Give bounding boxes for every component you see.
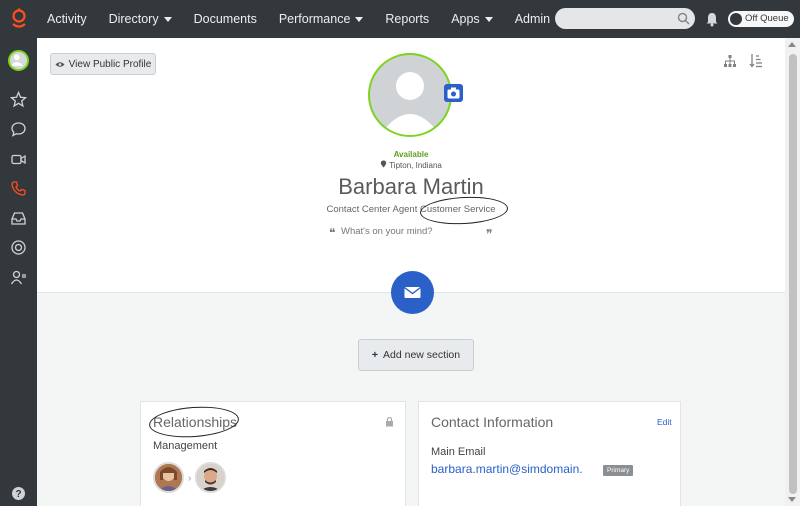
- user-silhouette-icon: [380, 72, 440, 135]
- nav-admin-label: Admin: [514, 12, 551, 26]
- profile-name: Barbara Martin: [338, 174, 484, 199]
- search-icon[interactable]: [677, 12, 690, 25]
- map-pin-icon: [380, 160, 387, 168]
- nav-documents-label: Documents: [193, 12, 257, 26]
- toggle-knob: [730, 13, 742, 25]
- nav-reports-label: Reports: [385, 12, 430, 26]
- nav-activity[interactable]: Activity: [36, 12, 98, 26]
- scrollbar-thumb[interactable]: [789, 54, 797, 494]
- location: Tipton, Indiana: [37, 160, 785, 170]
- nav-documents[interactable]: Documents: [183, 12, 268, 26]
- close-quote-icon: ❞: [486, 227, 493, 241]
- nav-performance[interactable]: Performance: [268, 12, 375, 26]
- manager-avatar[interactable]: [195, 462, 226, 493]
- primary-badge: Primary: [603, 465, 634, 476]
- avatar[interactable]: [8, 50, 29, 71]
- sort-icon[interactable]: [749, 53, 763, 68]
- nav-admin[interactable]: Admin: [504, 12, 561, 26]
- envelope-icon: [404, 286, 421, 298]
- management-label: Management: [153, 440, 218, 452]
- main-email-label: Main Email: [431, 446, 486, 458]
- contact-information-card: Contact Information Edit Main Email barb…: [418, 401, 681, 506]
- add-new-section-button[interactable]: + Add new section: [358, 339, 474, 371]
- scroll-up-arrow-icon[interactable]: [788, 42, 796, 47]
- main-nav: Activity Directory Documents Performance…: [36, 0, 561, 38]
- left-sidebar: ?: [0, 38, 37, 506]
- nav-reports[interactable]: Reports: [374, 12, 440, 26]
- add-new-section-label: Add new section: [383, 349, 461, 361]
- manager-photo: [155, 464, 182, 491]
- queue-toggle[interactable]: Off Queue: [728, 11, 794, 27]
- user-admin-icon[interactable]: [10, 269, 27, 286]
- presence-status: Available: [393, 150, 429, 159]
- chevron-down-icon: [355, 16, 364, 22]
- profile-main: View Public Profile Available Tipton, In…: [37, 38, 785, 506]
- eye-icon: [55, 61, 65, 67]
- contact-information-title: Contact Information: [431, 414, 554, 430]
- plus-icon: +: [371, 349, 379, 361]
- chevron-right-icon: ›: [188, 473, 192, 484]
- video-icon[interactable]: [10, 151, 27, 168]
- nav-performance-label: Performance: [278, 12, 351, 26]
- phone-icon[interactable]: [10, 180, 27, 197]
- profile-photo[interactable]: [368, 53, 452, 137]
- manager-photo: [197, 464, 224, 491]
- relationships-card: Relationships Management ›: [140, 401, 406, 506]
- email-link[interactable]: barbara.martin@simdomain.: [431, 462, 583, 476]
- job-title-line: Contact Center Agent Customer Service: [37, 204, 785, 215]
- svg-text:?: ?: [15, 489, 21, 500]
- genesys-logo-icon[interactable]: [8, 7, 30, 31]
- annotation-ellipse: [148, 403, 240, 441]
- status-message-input[interactable]: What's on your mind?: [329, 226, 495, 237]
- job-title: Contact Center Agent: [326, 204, 418, 215]
- chevron-down-icon: [484, 16, 493, 22]
- search-input[interactable]: [555, 8, 695, 29]
- edit-contact-link[interactable]: Edit: [657, 417, 672, 427]
- vertical-scrollbar[interactable]: [785, 38, 800, 506]
- nav-apps[interactable]: Apps: [440, 12, 504, 26]
- location-text: Tipton, Indiana: [389, 161, 442, 170]
- send-email-button[interactable]: [391, 271, 434, 314]
- nav-apps-label: Apps: [451, 12, 480, 26]
- star-icon[interactable]: [10, 91, 27, 108]
- chevron-down-icon: [163, 16, 172, 22]
- user-silhouette-icon: [10, 54, 23, 66]
- view-public-profile-label: View Public Profile: [68, 58, 152, 70]
- chat-icon[interactable]: [10, 121, 27, 138]
- nav-directory[interactable]: Directory: [98, 12, 183, 26]
- nav-activity-label: Activity: [47, 12, 87, 26]
- scroll-down-arrow-icon[interactable]: [788, 497, 796, 502]
- view-public-profile-button[interactable]: View Public Profile: [50, 53, 156, 75]
- lock-icon: [386, 416, 393, 427]
- camera-icon[interactable]: [444, 84, 463, 102]
- inbox-icon[interactable]: [10, 210, 27, 227]
- nav-directory-label: Directory: [108, 12, 159, 26]
- top-nav-bar: Activity Directory Documents Performance…: [0, 0, 800, 38]
- help-icon[interactable]: ?: [10, 485, 27, 502]
- notifications-bell-icon[interactable]: [705, 12, 719, 27]
- manager-avatar[interactable]: [153, 462, 184, 493]
- org-chart-icon[interactable]: [723, 54, 737, 68]
- queue-toggle-label: Off Queue: [745, 13, 789, 24]
- support-icon[interactable]: [10, 239, 27, 256]
